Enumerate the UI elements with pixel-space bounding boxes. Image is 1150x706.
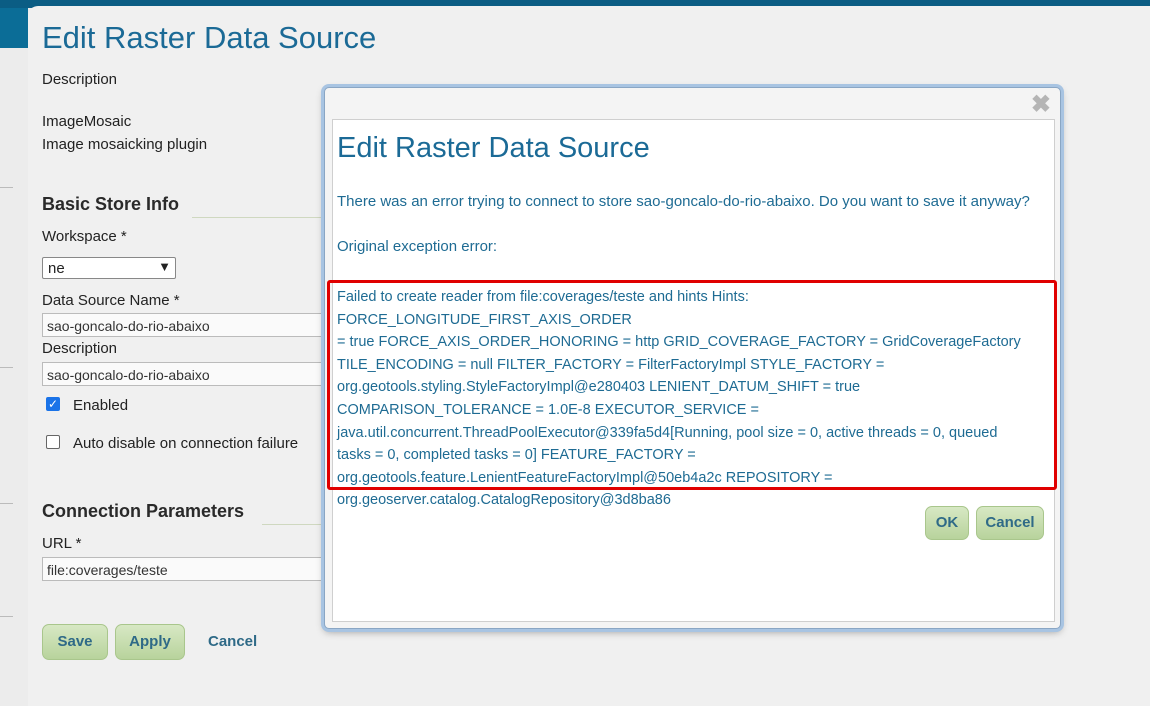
- plugin-description: Image mosaicking plugin: [42, 136, 208, 153]
- exception-line: TILE_ENCODING = null FILTER_FACTORY = Fi…: [337, 356, 885, 373]
- ok-button[interactable]: OK: [925, 506, 969, 540]
- save-button[interactable]: Save: [42, 624, 108, 660]
- exception-line: = true FORCE_AXIS_ORDER_HONORING = http …: [337, 334, 1021, 351]
- exception-details-box: Failed to create reader from file:covera…: [327, 280, 1057, 508]
- url-label: URL *: [42, 535, 82, 552]
- chevron-down-icon: ▼: [158, 259, 171, 274]
- exception-line: java.util.concurrent.ThreadPoolExecutor@…: [337, 424, 998, 441]
- section-divider: [262, 524, 332, 525]
- dialog-cancel-button[interactable]: Cancel: [976, 506, 1044, 540]
- left-divider-tick: [0, 616, 13, 617]
- exception-label: Original exception error:: [337, 238, 498, 255]
- dialog-body: Edit Raster Data Source There was an err…: [327, 119, 1057, 622]
- enabled-checkbox[interactable]: ✓: [46, 397, 60, 411]
- workspace-value: ne: [48, 260, 65, 277]
- auto-disable-label: Auto disable on connection failure: [73, 435, 299, 452]
- error-dialog: ✖ Edit Raster Data Source There was an e…: [324, 87, 1061, 629]
- description-input[interactable]: sao-goncalo-do-rio-abaixo: [42, 362, 332, 386]
- exception-line: org.geotools.feature.LenientFeatureFacto…: [337, 469, 833, 486]
- description-field-label: Description: [42, 340, 118, 357]
- workspace-select[interactable]: ne ▼: [42, 257, 176, 279]
- enabled-label: Enabled: [73, 397, 129, 414]
- left-divider-tick: [0, 367, 13, 368]
- exception-line: org.geotools.styling.StyleFactoryImpl@e2…: [337, 379, 861, 396]
- description-label: Description: [42, 71, 118, 88]
- exception-line: Failed to create reader from file:covera…: [337, 289, 749, 328]
- left-divider-tick: [0, 187, 13, 188]
- data-source-name-label: Data Source Name *: [42, 292, 180, 309]
- data-source-name-input[interactable]: sao-goncalo-do-rio-abaixo: [42, 313, 332, 337]
- url-input[interactable]: file:coverages/teste: [42, 557, 332, 581]
- dialog-title: Edit Raster Data Source: [337, 132, 650, 164]
- basic-store-info-heading: Basic Store Info: [42, 194, 180, 214]
- section-divider: [192, 217, 332, 218]
- page-title: Edit Raster Data Source: [42, 20, 377, 55]
- exception-line: COMPARISON_TOLERANCE = 1.0E-8 EXECUTOR_S…: [337, 401, 759, 418]
- left-header-strip: [0, 8, 28, 48]
- workspace-label: Workspace *: [42, 228, 127, 245]
- connection-parameters-heading: Connection Parameters: [42, 501, 245, 521]
- close-icon[interactable]: ✖: [1031, 93, 1051, 117]
- apply-button[interactable]: Apply: [115, 624, 185, 660]
- auto-disable-checkbox[interactable]: [46, 435, 60, 449]
- cancel-link[interactable]: Cancel: [208, 633, 257, 650]
- dialog-message: There was an error trying to connect to …: [337, 193, 1030, 210]
- left-divider-tick: [0, 503, 13, 504]
- exception-line: tasks = 0, completed tasks = 0] FEATURE_…: [337, 447, 696, 464]
- plugin-name: ImageMosaic: [42, 113, 132, 130]
